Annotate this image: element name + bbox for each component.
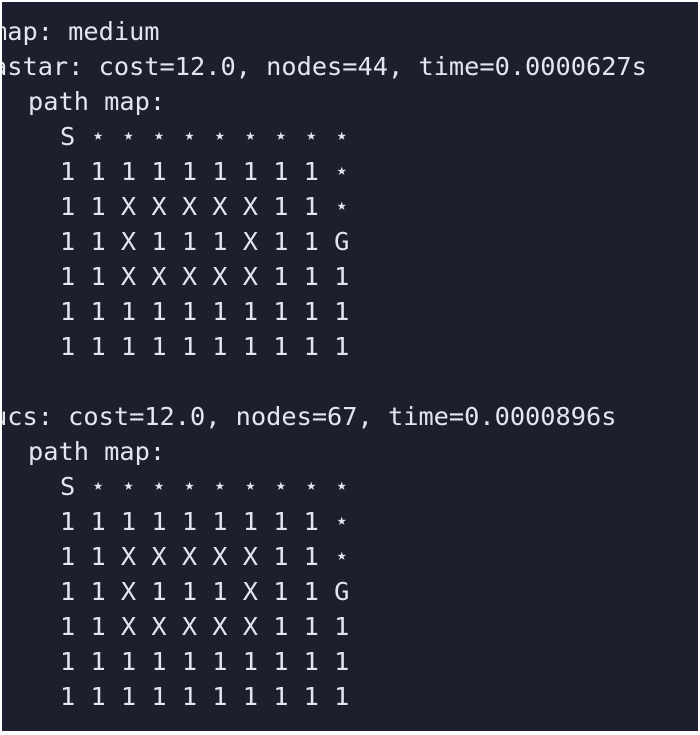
- ucs-grid-row: 1 1 1 1 1 1 1 1 1 ⋆: [60, 507, 350, 536]
- astar-grid-row: 1 1 1 1 1 1 1 1 1 1: [60, 297, 350, 326]
- astar-grid-row: 1 1 X X X X X 1 1 ⋆: [60, 192, 350, 221]
- ucs-grid-row: 1 1 X 1 1 1 X 1 1 G: [60, 577, 350, 606]
- astar-grid-row: 1 1 1 1 1 1 1 1 1 ⋆: [60, 157, 350, 186]
- ucs-summary-line: ucs: cost=12.0, nodes=67, time=0.0000896…: [2, 402, 617, 431]
- astar-grid-row: S ⋆ ⋆ ⋆ ⋆ ⋆ ⋆ ⋆ ⋆ ⋆: [60, 122, 350, 151]
- ucs-path-map-label: path map:: [28, 437, 166, 466]
- astar-grid-row: 1 1 1 1 1 1 1 1 1 1: [60, 332, 350, 361]
- ucs-grid-row: 1 1 1 1 1 1 1 1 1 1: [60, 647, 350, 676]
- map-size-line: map: medium: [2, 17, 160, 46]
- astar-path-map-label: path map:: [28, 87, 166, 116]
- ucs-grid-row: 1 1 X X X X X 1 1 1: [60, 612, 350, 641]
- astar-grid-row: 1 1 X X X X X 1 1 1: [60, 262, 350, 291]
- astar-summary-line: astar: cost=12.0, nodes=44, time=0.00006…: [2, 52, 647, 81]
- astar-grid-row: 1 1 X 1 1 1 X 1 1 G: [60, 227, 350, 256]
- ucs-grid-row: S ⋆ ⋆ ⋆ ⋆ ⋆ ⋆ ⋆ ⋆ ⋆: [60, 472, 350, 501]
- terminal-output: map: medium astar: cost=12.0, nodes=44, …: [2, 2, 698, 731]
- ucs-grid-row: 1 1 1 1 1 1 1 1 1 1: [60, 682, 350, 711]
- ucs-grid-row: 1 1 X X X X X 1 1 ⋆: [60, 542, 350, 571]
